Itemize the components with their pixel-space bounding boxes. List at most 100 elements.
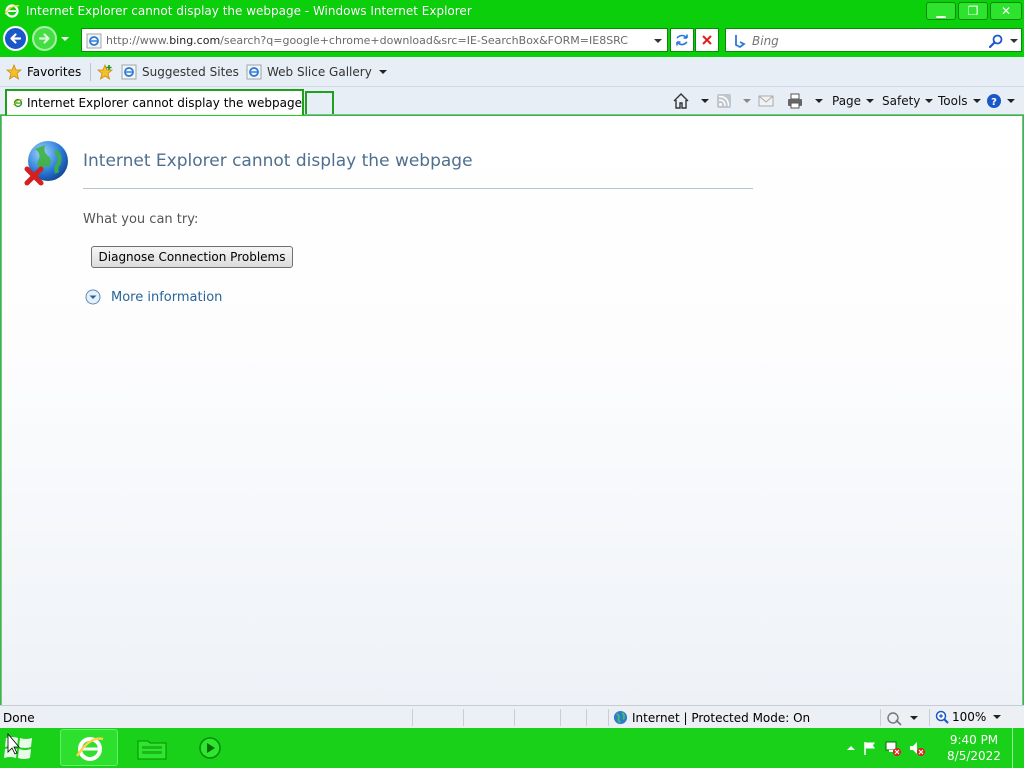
taskbar-internet-explorer[interactable] (60, 729, 118, 766)
status-divider (412, 709, 413, 726)
print-button[interactable] (786, 92, 823, 110)
address-field[interactable]: http://www.bing.com/search?q=google+chro… (81, 28, 668, 52)
url-text: http://www.bing.com/search?q=google+chro… (106, 34, 628, 47)
status-bar: Done Internet | Protected Mode: On 100% (0, 705, 1024, 728)
page-menu-label: Page (832, 94, 862, 108)
url-domain: bing.com (169, 34, 221, 47)
clock-date: 8/5/2022 (947, 749, 1001, 763)
status-divider (463, 709, 464, 726)
close-button[interactable]: ✕ (990, 2, 1022, 20)
ie-page-icon (246, 64, 262, 80)
page-menu[interactable]: Page (832, 92, 875, 110)
ie-page-icon (86, 33, 102, 49)
stop-button[interactable] (695, 28, 719, 52)
status-divider (514, 709, 515, 726)
safety-menu-label: Safety (882, 94, 921, 108)
web-slice-gallery-link[interactable]: Web Slice Gallery (246, 64, 387, 80)
tools-menu[interactable]: Tools (938, 92, 981, 110)
tools-menu-label: Tools (938, 94, 968, 108)
back-arrow-icon (10, 33, 22, 44)
diagnose-connection-button[interactable]: Diagnose Connection Problems (91, 246, 293, 268)
globe-icon (613, 710, 628, 725)
status-divider (586, 709, 587, 726)
ie-page-icon (121, 64, 137, 80)
change-security-settings[interactable] (886, 710, 918, 726)
media-player-icon (199, 737, 221, 759)
help-button[interactable]: ? (986, 92, 1015, 110)
home-button[interactable] (672, 92, 709, 110)
page-content: Internet Explorer cannot display the web… (1, 116, 1023, 705)
zone-settings-icon (887, 712, 902, 726)
taskbar: 9:40 PM 8/5/2022 (0, 728, 1024, 768)
show-hidden-icons-icon[interactable] (846, 743, 856, 753)
print-icon (788, 93, 802, 109)
recent-pages-dropdown-icon[interactable] (60, 34, 70, 44)
zoom-dropdown-icon[interactable] (993, 715, 1001, 719)
chevron-down-icon (925, 99, 934, 103)
clock-time: 9:40 PM (949, 733, 999, 747)
status-text: Done (3, 711, 35, 725)
chevron-down-icon[interactable] (701, 99, 709, 103)
refresh-icon (676, 34, 688, 46)
system-clock[interactable]: 9:40 PM 8/5/2022 (940, 732, 1008, 764)
address-dropdown-icon[interactable] (653, 37, 663, 45)
notification-area (846, 740, 926, 756)
title-divider (83, 188, 753, 189)
flag-icon[interactable] (862, 740, 878, 756)
restore-icon: ❐ (967, 4, 979, 18)
web-slice-gallery-label: Web Slice Gallery (267, 65, 372, 79)
window-title: Internet Explorer cannot display the web… (26, 4, 472, 18)
read-mail-button[interactable] (758, 92, 774, 110)
title-bar: Internet Explorer cannot display the web… (0, 0, 1024, 23)
search-options-dropdown-icon[interactable] (1009, 37, 1019, 45)
security-zone[interactable]: Internet | Protected Mode: On (613, 710, 810, 725)
suggested-sites-link[interactable]: Suggested Sites (121, 64, 254, 80)
new-tab-button[interactable] (305, 91, 334, 114)
search-box[interactable] (725, 28, 1022, 52)
favorites-bar: Favorites Suggested Sites Web Slice Gall… (0, 57, 1024, 87)
tab-active[interactable]: Internet Explorer cannot display the web… (5, 89, 304, 115)
add-favorite-icon[interactable] (96, 63, 114, 81)
mail-icon (758, 95, 774, 107)
navigation-bar: http://www.bing.com/search?q=google+chro… (0, 23, 1024, 57)
url-prefix: http://www. (106, 34, 170, 47)
status-divider (929, 709, 930, 726)
zoom-level[interactable]: 100% (935, 710, 986, 724)
network-icon[interactable] (884, 740, 902, 756)
minimize-button[interactable]: ▁ (926, 2, 956, 20)
search-input[interactable] (752, 32, 982, 49)
search-magnifier-icon[interactable] (988, 33, 1004, 49)
back-button[interactable] (3, 26, 28, 51)
help-icon: ? (987, 94, 1001, 108)
taskbar-windows-explorer[interactable] (122, 729, 180, 766)
what-you-can-try-label: What you can try: (83, 212, 199, 227)
status-divider (608, 709, 609, 726)
ie-logo-icon (13, 98, 23, 108)
chevron-down-icon (910, 716, 918, 720)
chevron-down-icon (378, 70, 387, 74)
rss-feed-icon (717, 94, 731, 108)
volume-muted-icon[interactable] (908, 740, 926, 756)
forward-button[interactable] (32, 26, 57, 51)
ie-logo-icon (4, 4, 20, 18)
chevron-down-icon[interactable] (743, 99, 751, 103)
maximize-button[interactable]: ❐ (958, 2, 988, 20)
chevron-down-icon[interactable] (815, 99, 823, 103)
feeds-button[interactable] (716, 92, 751, 110)
show-desktop-button[interactable] (1012, 728, 1024, 768)
windows-start-icon[interactable] (2, 730, 42, 766)
favorites-button[interactable]: Favorites (6, 64, 81, 80)
refresh-button[interactable] (670, 28, 694, 52)
suggested-sites-label: Suggested Sites (142, 65, 239, 79)
safety-menu[interactable]: Safety (882, 92, 934, 110)
bing-logo-icon (735, 35, 746, 49)
more-information-label: More information (111, 289, 223, 305)
minimize-icon: ▁ (936, 4, 946, 18)
more-information-link[interactable]: More information (85, 289, 222, 305)
status-divider (560, 709, 561, 726)
tab-bar: Internet Explorer cannot display the web… (0, 87, 1024, 115)
close-icon: ✕ (1000, 4, 1012, 18)
star-icon (6, 64, 22, 80)
taskbar-media-player[interactable] (182, 729, 240, 766)
svg-text:?: ? (991, 97, 997, 108)
